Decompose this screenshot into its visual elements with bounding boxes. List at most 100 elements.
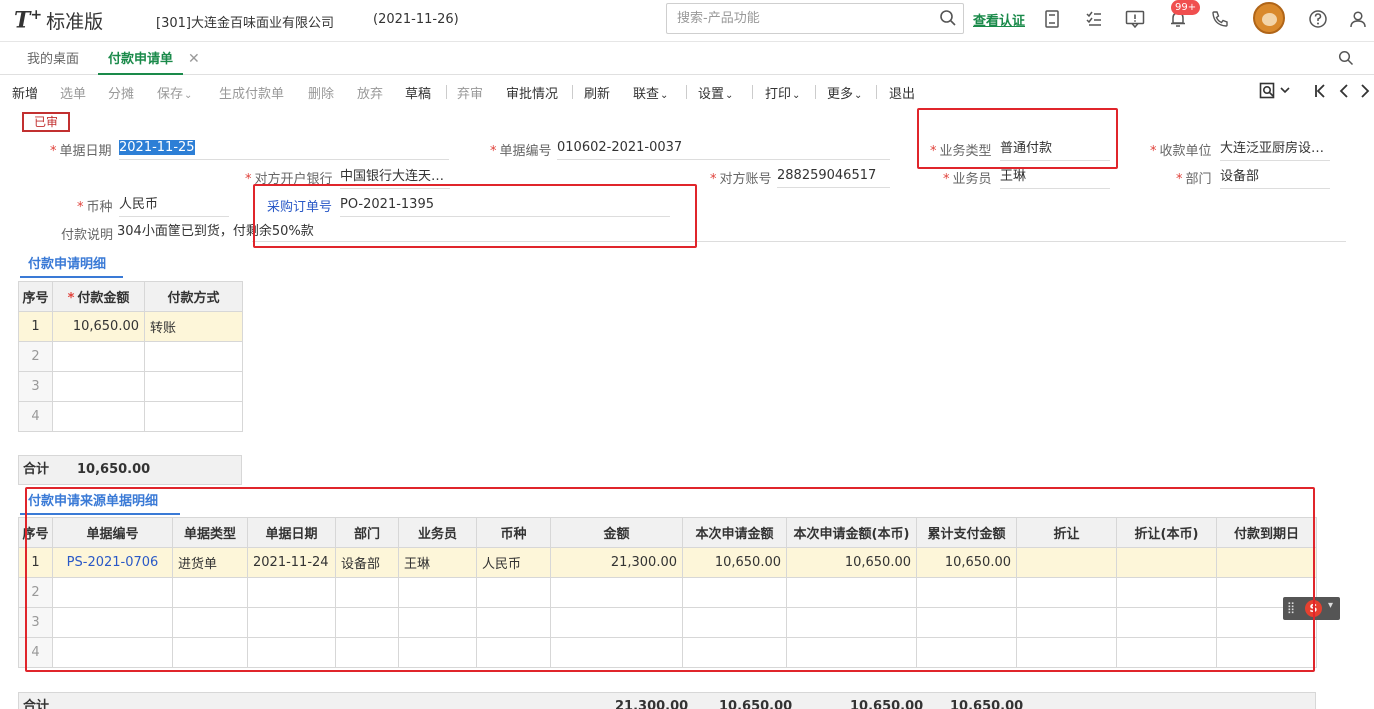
- request-amount-cell[interactable]: [682, 577, 787, 608]
- first-record-icon[interactable]: [1313, 82, 1327, 104]
- discount-local-cell[interactable]: [1116, 577, 1217, 608]
- doc-type-cell[interactable]: 进货单: [172, 547, 248, 578]
- request-amount-local-cell[interactable]: [786, 637, 917, 668]
- purchase-order-field[interactable]: PO-2021-1395: [340, 195, 670, 217]
- request-amount-cell[interactable]: 10,650.00: [682, 547, 787, 578]
- department-cell[interactable]: [335, 637, 399, 668]
- tab-payment-request[interactable]: 付款申请单: [98, 42, 184, 75]
- department-cell[interactable]: 设备部: [335, 547, 399, 578]
- paid-amount-cell[interactable]: [916, 577, 1017, 608]
- next-record-icon[interactable]: [1358, 82, 1372, 104]
- table-row[interactable]: 4: [18, 637, 1317, 668]
- method-cell[interactable]: [144, 371, 243, 402]
- date-field[interactable]: 2021-11-25: [119, 138, 449, 160]
- phone-icon[interactable]: [1207, 7, 1233, 31]
- request-amount-cell[interactable]: [682, 637, 787, 668]
- doc-type-cell[interactable]: [172, 577, 248, 608]
- staff-cell[interactable]: 王琳: [398, 547, 477, 578]
- currency-cell[interactable]: [476, 637, 551, 668]
- business-type-field[interactable]: 普通付款: [1000, 139, 1110, 161]
- payee-field[interactable]: 大连泛亚厨房设…: [1220, 139, 1330, 161]
- discount-cell[interactable]: [1016, 637, 1117, 668]
- method-cell[interactable]: 转账: [144, 311, 243, 342]
- doc-date-cell[interactable]: [247, 607, 336, 638]
- unreview-button[interactable]: 弃审: [457, 83, 483, 102]
- staff-field[interactable]: 王琳: [1000, 167, 1110, 189]
- currency-cell[interactable]: [476, 607, 551, 638]
- doc-number-cell[interactable]: [52, 577, 173, 608]
- amount-cell[interactable]: 21,300.00: [550, 547, 683, 578]
- search-icon[interactable]: [1338, 50, 1354, 70]
- request-amount-cell[interactable]: [682, 607, 787, 638]
- help-icon[interactable]: [1305, 7, 1331, 31]
- request-amount-local-cell[interactable]: [786, 577, 917, 608]
- app-logo[interactable]: T+ 标准版: [14, 6, 103, 34]
- request-amount-local-cell[interactable]: [786, 607, 917, 638]
- table-row[interactable]: 2: [18, 341, 243, 372]
- staff-cell[interactable]: [398, 607, 477, 638]
- abandon-button[interactable]: 放弃: [357, 83, 383, 102]
- tab-my-desktop[interactable]: 我的桌面: [27, 42, 79, 75]
- request-amount-local-cell[interactable]: 10,650.00: [786, 547, 917, 578]
- table-row[interactable]: 4: [18, 401, 243, 432]
- task-list-icon[interactable]: [1081, 7, 1107, 31]
- department-field[interactable]: 设备部: [1220, 167, 1330, 189]
- staff-cell[interactable]: [398, 577, 477, 608]
- select-button[interactable]: 选单: [60, 83, 86, 102]
- link-query-button[interactable]: 联查⌄: [633, 83, 668, 102]
- currency-cell[interactable]: 人民币: [476, 547, 551, 578]
- currency-cell[interactable]: [476, 577, 551, 608]
- table-row[interactable]: 1 PS-2021-0706 进货单 2021-11-24 设备部 王琳 人民币 21,300…: [18, 547, 1317, 578]
- department-cell[interactable]: [335, 577, 399, 608]
- purchase-order-label[interactable]: 采购订单号: [267, 196, 332, 215]
- amount-cell[interactable]: [550, 637, 683, 668]
- doc-type-cell[interactable]: [172, 607, 248, 638]
- search-icon[interactable]: [939, 9, 957, 31]
- close-icon[interactable]: ✕: [188, 51, 200, 67]
- method-cell[interactable]: [144, 341, 243, 372]
- calculator-icon[interactable]: [1039, 7, 1065, 31]
- doc-date-cell[interactable]: [247, 577, 336, 608]
- due-date-cell[interactable]: [1216, 637, 1317, 668]
- discount-cell[interactable]: [1016, 547, 1117, 578]
- paid-amount-cell[interactable]: 10,650.00: [916, 547, 1017, 578]
- message-icon[interactable]: [1122, 7, 1148, 31]
- amount-cell[interactable]: [550, 577, 683, 608]
- currency-field[interactable]: 人民币: [119, 195, 229, 217]
- method-cell[interactable]: [144, 401, 243, 432]
- doc-type-cell[interactable]: [172, 637, 248, 668]
- print-button[interactable]: 打印⌄: [765, 83, 800, 102]
- department-cell[interactable]: [335, 607, 399, 638]
- discount-local-cell[interactable]: [1116, 637, 1217, 668]
- doc-number-field[interactable]: 010602-2021-0037: [557, 138, 890, 160]
- amount-cell[interactable]: [550, 607, 683, 638]
- amount-cell[interactable]: 10,650.00: [52, 311, 145, 342]
- new-button[interactable]: 新增: [12, 83, 38, 102]
- floating-ime-toolbar[interactable]: ⣿ S ▾: [1283, 597, 1340, 620]
- discount-cell[interactable]: [1016, 607, 1117, 638]
- table-row[interactable]: 3: [18, 371, 243, 402]
- discount-local-cell[interactable]: [1116, 547, 1217, 578]
- settings-button[interactable]: 设置⌄: [698, 83, 733, 102]
- preview-icon[interactable]: [1259, 82, 1293, 104]
- discount-local-cell[interactable]: [1116, 607, 1217, 638]
- view-certification-link[interactable]: 查看认证: [973, 10, 1025, 29]
- doc-number-cell[interactable]: PS-2021-0706: [52, 547, 173, 578]
- amount-cell[interactable]: [52, 341, 145, 372]
- save-button[interactable]: 保存⌄: [157, 83, 192, 102]
- table-row[interactable]: 1 10,650.00 转账: [18, 311, 243, 342]
- search-input[interactable]: [667, 4, 917, 33]
- refresh-button[interactable]: 刷新: [584, 83, 610, 102]
- paid-amount-cell[interactable]: [916, 637, 1017, 668]
- due-date-cell[interactable]: [1216, 547, 1317, 578]
- draft-button[interactable]: 草稿: [405, 83, 431, 102]
- staff-cell[interactable]: [398, 637, 477, 668]
- amount-cell[interactable]: [52, 371, 145, 402]
- user-icon[interactable]: [1345, 7, 1371, 31]
- table-row[interactable]: 2: [18, 577, 1317, 608]
- amount-cell[interactable]: [52, 401, 145, 432]
- account-field[interactable]: 288259046517: [777, 166, 890, 188]
- doc-number-cell[interactable]: [52, 637, 173, 668]
- doc-date-cell[interactable]: 2021-11-24: [247, 547, 336, 578]
- generate-payment-button[interactable]: 生成付款单: [219, 83, 284, 102]
